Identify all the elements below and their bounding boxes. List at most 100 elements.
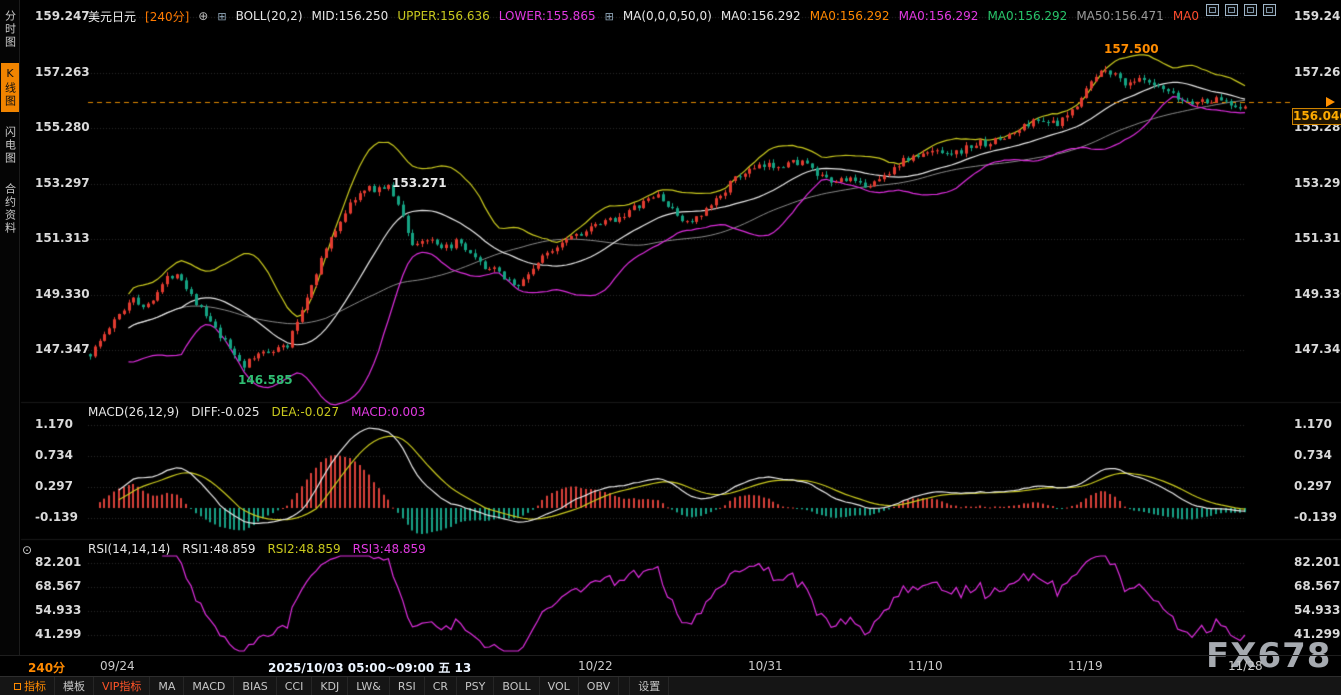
toolbar-item-vol[interactable]: VOL bbox=[540, 677, 579, 695]
toolbar-item-template[interactable]: 模板 bbox=[55, 677, 94, 695]
rsi-axis-label-left: 82.201 bbox=[35, 555, 81, 569]
toolbar-item-label: OBV bbox=[587, 680, 610, 693]
price-axis-label-right: 153.297 bbox=[1294, 176, 1341, 190]
toolbar-item-label: VOL bbox=[548, 680, 570, 693]
price-axis-label-right: 159.247 bbox=[1294, 9, 1341, 23]
toolbar-item-label: MACD bbox=[192, 680, 225, 693]
layout-split-horizontal-icon[interactable] bbox=[1225, 4, 1238, 16]
macd-axis-label-right: -0.139 bbox=[1294, 510, 1337, 524]
rsi-axis-label-left: 54.933 bbox=[35, 603, 81, 617]
toolbar-item-label: BIAS bbox=[242, 680, 267, 693]
timeline-tick[interactable]: 10/31 bbox=[748, 659, 783, 673]
swing-high-label: 157.500 bbox=[1104, 42, 1159, 56]
layout-grid-icon[interactable] bbox=[1263, 4, 1276, 16]
ma-value-4: MA50:156.471 bbox=[1076, 9, 1164, 23]
price-axis-label-left: 147.347 bbox=[35, 342, 90, 356]
macd-axis-label-left: 0.734 bbox=[35, 448, 73, 462]
toolbar-item-vip-indicator[interactable]: VIP指标 bbox=[94, 677, 150, 695]
sidebar-tab-kline-chart[interactable]: K线图 bbox=[1, 63, 19, 112]
toolbar-item-rsi[interactable]: RSI bbox=[390, 677, 425, 695]
toolbar-item-cr[interactable]: CR bbox=[425, 677, 457, 695]
toolbar-item-obv[interactable]: OBV bbox=[579, 677, 619, 695]
price-arrow-icon bbox=[1326, 97, 1335, 107]
macd-axis-label-right: 0.734 bbox=[1294, 448, 1332, 462]
toolbar-item-label: PSY bbox=[465, 680, 485, 693]
window-controls bbox=[1206, 4, 1276, 16]
price-axis-label-left: 149.330 bbox=[35, 287, 90, 301]
toolbar-item-label: 指标 bbox=[24, 678, 46, 694]
ma-value-3: MA0:156.292 bbox=[987, 9, 1067, 23]
boll-label[interactable]: BOLL(20,2) bbox=[236, 9, 303, 23]
toolbar-item-ma[interactable]: MA bbox=[150, 677, 184, 695]
toolbar-item-settings[interactable]: 设置 bbox=[629, 677, 669, 695]
macd-dea-value: DEA:-0.027 bbox=[272, 405, 340, 419]
toolbar-item-label: CCI bbox=[285, 680, 304, 693]
timeline-tick[interactable]: 11/28 bbox=[1228, 659, 1263, 673]
last-price-badge: 156.046 bbox=[1292, 108, 1341, 125]
layout-single-icon[interactable] bbox=[1206, 4, 1219, 16]
timeline-tick-highlighted[interactable]: 2025/10/03 05:00~09:00 五 13 bbox=[268, 659, 471, 676]
toolbar-item-psy[interactable]: PSY bbox=[457, 677, 494, 695]
price-chart-canvas[interactable] bbox=[0, 0, 1341, 695]
timeline-tick[interactable]: 09/24 bbox=[100, 659, 135, 673]
price-axis-label-right: 149.330 bbox=[1294, 287, 1341, 301]
toolbar-item-lwr[interactable]: LW& bbox=[348, 677, 390, 695]
timeline-tick[interactable]: 11/10 bbox=[908, 659, 943, 673]
layout-split-vertical-icon[interactable] bbox=[1244, 4, 1257, 16]
toolbar-item-label: LW& bbox=[356, 680, 381, 693]
timeline-period-label[interactable]: 240分 bbox=[28, 659, 65, 676]
sidebar: 分时图 K线图 闪电图 合约资料 bbox=[0, 0, 20, 655]
indicator-grid-icon bbox=[14, 683, 21, 690]
rsi-axis-label-right: 82.201 bbox=[1294, 555, 1340, 569]
price-axis-label-right: 147.347 bbox=[1294, 342, 1341, 356]
ma-visibility-icon[interactable]: ⊞ bbox=[605, 10, 614, 23]
link-icon[interactable]: ⊕ bbox=[198, 9, 208, 23]
ma-value-5: MA0:1 bbox=[1173, 9, 1200, 23]
ma-value-0: MA0:156.292 bbox=[721, 9, 801, 23]
ma-label[interactable]: MA(0,0,0,50,0) bbox=[623, 9, 712, 23]
toolbar-item-indicator[interactable]: 指标 bbox=[6, 677, 55, 695]
toolbar-item-label: KDJ bbox=[320, 680, 339, 693]
sidebar-tab-lightning-chart[interactable]: 闪电图 bbox=[1, 122, 19, 169]
toolbar-item-label: CR bbox=[433, 680, 448, 693]
boll-mid-value: MID:156.250 bbox=[312, 9, 389, 23]
rsi-axis-label-left: 68.567 bbox=[35, 579, 81, 593]
toolbar-item-label: 模板 bbox=[63, 678, 85, 694]
macd-value: MACD:0.003 bbox=[351, 405, 425, 419]
price-axis-label-right: 151.313 bbox=[1294, 231, 1341, 245]
macd-diff-value: DIFF:-0.025 bbox=[191, 405, 259, 419]
ma-value-2: MA0:156.292 bbox=[899, 9, 979, 23]
boll-visibility-icon[interactable]: ⊞ bbox=[217, 10, 226, 23]
boll-upper-value: UPPER:156.636 bbox=[397, 9, 489, 23]
rsi-axis-label-left: 41.299 bbox=[35, 627, 81, 641]
timeline-tick[interactable]: 11/19 bbox=[1068, 659, 1103, 673]
price-axis-label-left: 159.247 bbox=[35, 9, 90, 23]
toolbar-item-bias[interactable]: BIAS bbox=[234, 677, 276, 695]
toolbar-item-boll[interactable]: BOLL bbox=[494, 677, 539, 695]
macd-header: MACD(26,12,9) DIFF:-0.025 DEA:-0.027 MAC… bbox=[88, 405, 425, 419]
toolbar-item-macd[interactable]: MACD bbox=[184, 677, 234, 695]
rsi-label[interactable]: RSI(14,14,14) bbox=[88, 542, 170, 556]
macd-axis-label-right: 0.297 bbox=[1294, 479, 1332, 493]
toolbar-item-label: 设置 bbox=[638, 678, 660, 694]
rsi1-value: RSI1:48.859 bbox=[182, 542, 255, 556]
macd-axis-label-left: 0.297 bbox=[35, 479, 73, 493]
bottom-toolbar: 指标 模板 VIP指标 MA MACD BIAS CCI KDJ LW&RSI CR PSY BOLL… bbox=[0, 676, 1341, 695]
toolbar-item-kdj[interactable]: KDJ bbox=[312, 677, 348, 695]
timeline-tick[interactable]: 10/22 bbox=[578, 659, 613, 673]
rsi-header: RSI(14,14,14) RSI1:48.859 RSI2:48.859 RS… bbox=[88, 542, 426, 556]
period-label[interactable]: [240分] bbox=[145, 8, 189, 24]
toolbar-item-label: VIP指标 bbox=[102, 678, 141, 694]
swing-mid-label: 153.271 bbox=[392, 176, 447, 190]
toolbar-item-label: RSI bbox=[398, 680, 416, 693]
panel-collapse-icon[interactable]: ⊙ bbox=[22, 543, 32, 557]
macd-axis-label-left: -0.139 bbox=[35, 510, 78, 524]
toolbar-item-cci[interactable]: CCI bbox=[277, 677, 313, 695]
price-axis-label-left: 151.313 bbox=[35, 231, 90, 245]
sidebar-tab-contract-info[interactable]: 合约资料 bbox=[1, 179, 19, 239]
sidebar-tab-time-chart[interactable]: 分时图 bbox=[1, 6, 19, 53]
macd-label[interactable]: MACD(26,12,9) bbox=[88, 405, 179, 419]
rsi-axis-label-right: 54.933 bbox=[1294, 603, 1340, 617]
macd-axis-label-left: 1.170 bbox=[35, 417, 73, 431]
price-axis-label-left: 157.263 bbox=[35, 65, 90, 79]
